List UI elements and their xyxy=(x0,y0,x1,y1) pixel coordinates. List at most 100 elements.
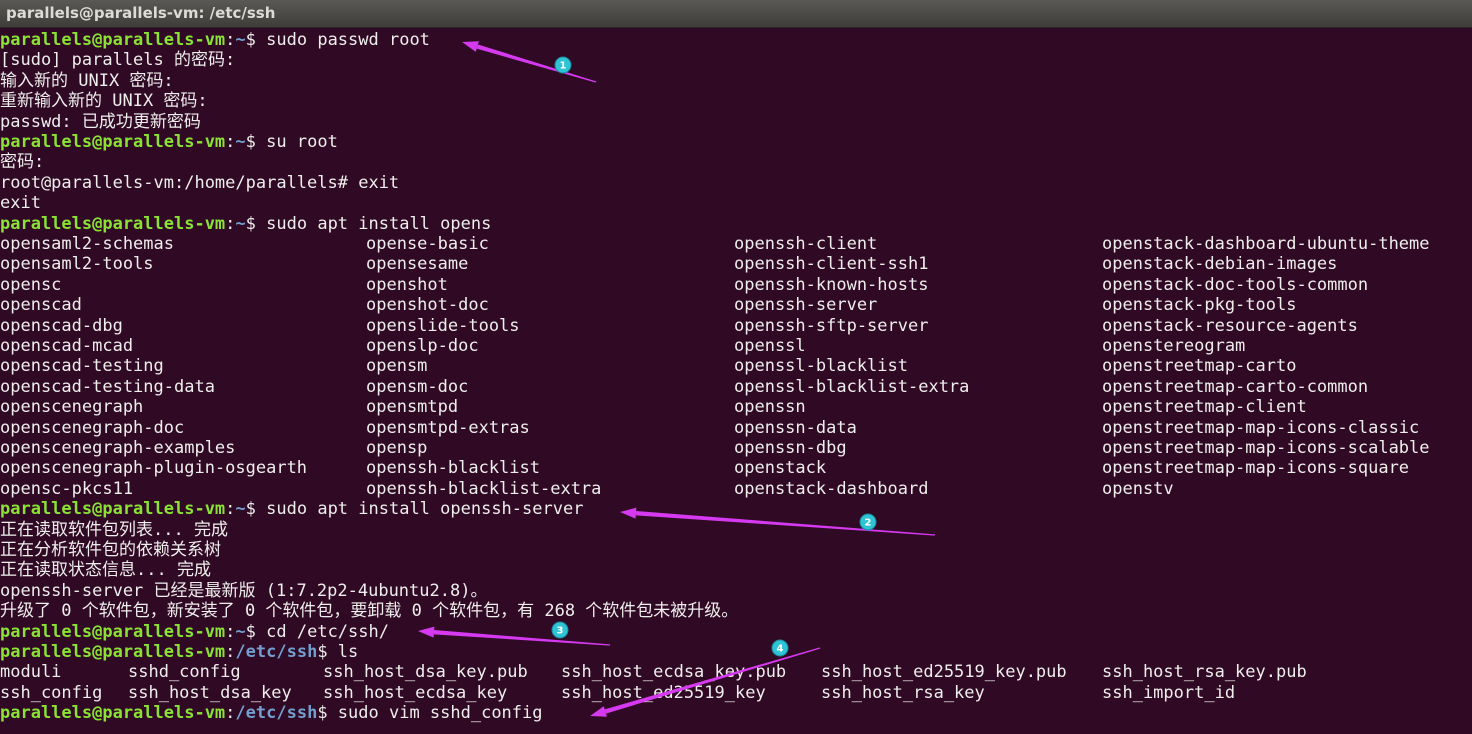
file-list-row: moduli sshd_config ssh_host_dsa_key.pub ssh… xyxy=(0,662,1472,682)
file-name: ssh_config xyxy=(0,683,103,703)
command-text: sudo apt install openssh-server xyxy=(266,499,584,519)
prompt-path: ~ xyxy=(235,622,246,642)
prompt-user: parallels@parallels-vm xyxy=(0,499,226,519)
prompt-symbol: $ xyxy=(245,499,267,519)
package-name: opensesame xyxy=(366,254,469,274)
package-list-row: openscad-testing-data opensm-doc openssl-b… xyxy=(0,377,1472,397)
command-text: sudo passwd root xyxy=(266,30,430,50)
file-name: ssh_host_ed25519_key.pub xyxy=(821,662,1067,682)
package-name: openscenegraph xyxy=(0,397,144,417)
prompt-path: ~ xyxy=(235,30,246,50)
package-name: openstack-debian-images xyxy=(1102,254,1338,274)
package-list-row: openscenegraph-plugin-osgearth openssh-bl… xyxy=(0,458,1472,478)
prompt-user: parallels@parallels-vm xyxy=(0,642,226,662)
output-line: 密码: xyxy=(0,152,45,172)
package-name: openscenegraph-doc xyxy=(0,418,185,438)
package-name: openstack-dashboard-ubuntu-theme xyxy=(1102,234,1430,254)
prompt-symbol: $ xyxy=(245,622,267,642)
prompt-symbol: $ xyxy=(245,132,267,152)
output-line: 重新输入新的 UNIX 密码: xyxy=(0,91,208,111)
package-name: openscad xyxy=(0,295,82,315)
package-name: openstack-dashboard xyxy=(734,479,929,499)
package-name: openscad-testing-data xyxy=(0,377,215,397)
package-name: openshot-doc xyxy=(366,295,489,315)
package-name: openscenegraph-examples xyxy=(0,438,236,458)
prompt-colon: : xyxy=(225,214,236,234)
output-line: openssh-server 已经是最新版 (1:7.2p2-4ubuntu2.… xyxy=(0,581,488,601)
package-name: opensm-doc xyxy=(366,377,469,397)
package-list-row: openscad-dbg openslide-tools openssh-sftp-… xyxy=(0,316,1472,336)
package-name: openssh-blacklist-extra xyxy=(366,479,602,499)
package-name: openscenegraph-plugin-osgearth xyxy=(0,458,308,478)
package-name: opensaml2-schemas xyxy=(0,234,174,254)
package-name: opensmtpd xyxy=(366,397,459,417)
package-list-row: openscenegraph opensmtpd openssn openstreet… xyxy=(0,397,1472,417)
prompt-line: parallels@parallels-vm:/etc/ssh$ sudo vi… xyxy=(0,703,1472,723)
prompt-symbol: $ xyxy=(317,703,338,723)
package-name: openssn-dbg xyxy=(734,438,847,458)
package-name: openscad-testing xyxy=(0,356,164,376)
package-name: openstreetmap-client xyxy=(1102,397,1307,417)
prompt-path: ~ xyxy=(235,499,246,519)
package-name: openssn-data xyxy=(734,418,857,438)
command-text: cd /etc/ssh/ xyxy=(266,622,389,642)
package-name: openstreetmap-carto xyxy=(1102,356,1297,376)
package-name: openssh-sftp-server xyxy=(734,316,929,336)
prompt-colon: : xyxy=(225,642,236,662)
package-name: opensmtpd-extras xyxy=(366,418,530,438)
prompt-user: parallels@parallels-vm xyxy=(0,703,226,723)
file-name: ssh_host_dsa_key.pub xyxy=(323,662,528,682)
prompt-path: ~ xyxy=(235,214,246,234)
prompt-user: parallels@parallels-vm xyxy=(0,622,226,642)
prompt-line: parallels@parallels-vm:~$ cd /etc/ssh/ xyxy=(0,622,1472,642)
package-list-row: opensc openshot openssh-known-hosts opensta… xyxy=(0,275,1472,295)
package-list-row: opensaml2-schemas opense-basic openssh-cli… xyxy=(0,234,1472,254)
file-name: ssh_import_id xyxy=(1102,683,1236,703)
command-text: sudo apt install opens xyxy=(266,214,492,234)
package-name: openstack xyxy=(734,458,827,478)
prompt-path: /etc/ssh xyxy=(235,703,318,723)
file-name: moduli xyxy=(0,662,62,682)
package-name: openslp-doc xyxy=(366,336,479,356)
terminal-output[interactable]: parallels@parallels-vm:~$ sudo passwd ro… xyxy=(0,30,1472,734)
package-name: openstereogram xyxy=(1102,336,1246,356)
package-name: openstreetmap-carto-common xyxy=(1102,377,1369,397)
prompt-colon: : xyxy=(225,499,236,519)
output-line: 正在读取状态信息... 完成 xyxy=(0,560,211,580)
package-name: openstack-pkg-tools xyxy=(1102,295,1297,315)
package-name: openshot xyxy=(366,275,448,295)
prompt-colon: : xyxy=(225,132,236,152)
prompt-path: ~ xyxy=(235,132,246,152)
file-name: sshd_config xyxy=(128,662,241,682)
package-name: opense-basic xyxy=(366,234,489,254)
package-list-row: opensaml2-tools opensesame openssh-client-… xyxy=(0,254,1472,274)
prompt-colon: : xyxy=(225,703,236,723)
package-name: opensaml2-tools xyxy=(0,254,154,274)
prompt-path: /etc/ssh xyxy=(235,642,318,662)
package-list-row: opensc-pkcs11 openssh-blacklist-extra open… xyxy=(0,479,1472,499)
window-titlebar[interactable]: parallels@parallels-vm: /etc/ssh xyxy=(0,0,1472,28)
prompt-line: parallels@parallels-vm:~$ sudo apt insta… xyxy=(0,499,1472,519)
file-name: ssh_host_ecdsa_key.pub xyxy=(561,662,787,682)
prompt-user: parallels@parallels-vm xyxy=(0,132,226,152)
prompt-line: parallels@parallels-vm:~$ sudo passwd ro… xyxy=(0,30,1472,50)
package-name: opensm xyxy=(366,356,428,376)
package-name: openssl-blacklist-extra xyxy=(734,377,970,397)
package-name: openssh-server xyxy=(734,295,878,315)
package-name: openssl-blacklist xyxy=(734,356,908,376)
package-name: openssh-client-ssh1 xyxy=(734,254,929,274)
prompt-colon: : xyxy=(225,30,236,50)
package-list-row: openscad-mcad openslp-doc openssl openstere… xyxy=(0,336,1472,356)
package-name: opensp xyxy=(366,438,428,458)
output-line: passwd: 已成功更新密码 xyxy=(0,112,201,132)
prompt-line: parallels@parallels-vm:~$ su root xyxy=(0,132,1472,152)
output-line: 正在读取软件包列表... 完成 xyxy=(0,520,228,540)
prompt-user: parallels@parallels-vm xyxy=(0,30,226,50)
package-name: openstreetmap-map-icons-classic xyxy=(1102,418,1420,438)
output-line: exit xyxy=(0,193,41,213)
prompt-symbol: $ xyxy=(317,642,338,662)
package-name: openstack-resource-agents xyxy=(1102,316,1358,336)
prompt-symbol: $ xyxy=(245,30,267,50)
command-text: su root xyxy=(266,132,338,152)
package-name: openscad-dbg xyxy=(0,316,123,336)
